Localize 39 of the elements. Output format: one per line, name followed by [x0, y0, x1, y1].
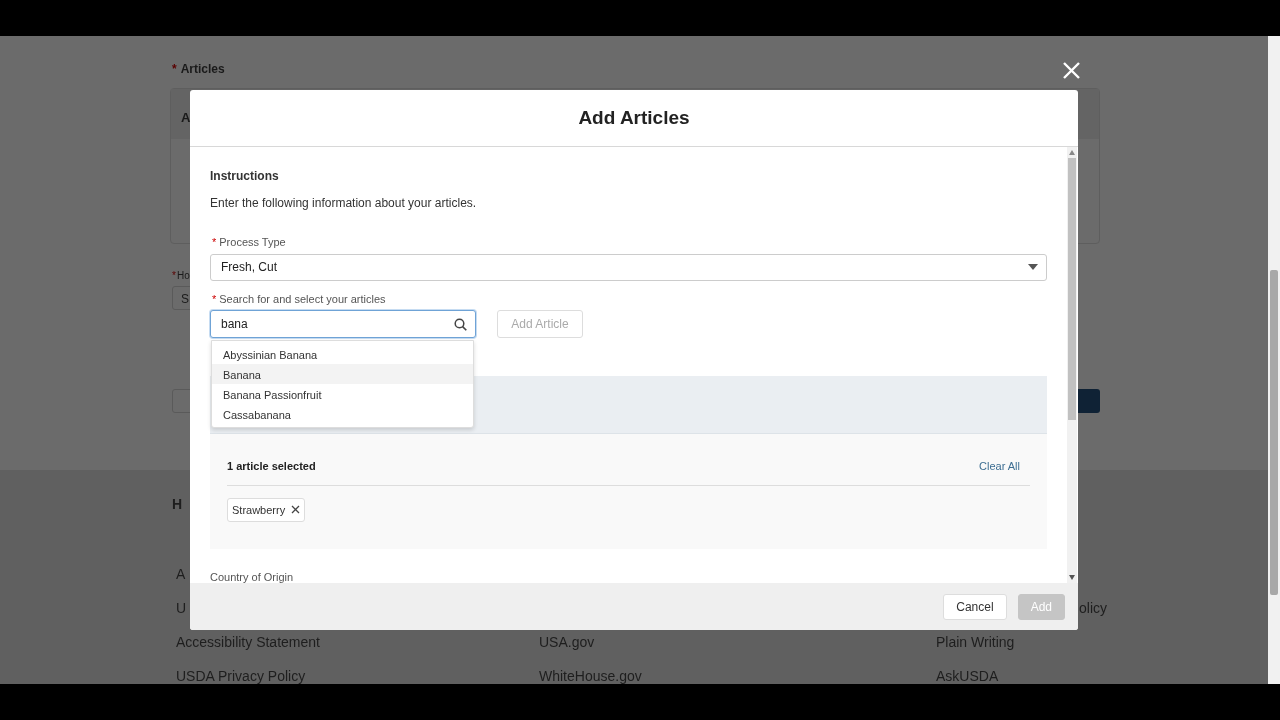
article-chip[interactable]: Strawberry [227, 497, 306, 522]
scroll-down-icon[interactable] [1069, 575, 1075, 580]
section-heading: Instructions [210, 168, 279, 185]
remove-icon[interactable] [291, 505, 301, 515]
search-field[interactable]: bana [210, 310, 476, 338]
footer-link[interactable]: U [176, 600, 187, 616]
suggestion-item[interactable]: Banana [212, 364, 473, 384]
close-icon[interactable] [1062, 61, 1081, 80]
field-label: * Process Type [212, 235, 286, 250]
scrollbar[interactable] [1067, 147, 1077, 583]
selection-count: 1 article selected [227, 459, 316, 474]
footer-link[interactable]: olicy [1079, 600, 1107, 616]
suggestion-item[interactable]: Banana Passionfruit [212, 384, 473, 404]
field-label: * Articles [172, 61, 225, 78]
search-icon[interactable] [454, 318, 467, 331]
footer-link[interactable]: USDA Privacy Policy [176, 668, 306, 684]
footer-link[interactable]: AskUSDA [936, 668, 999, 684]
suggestion-item[interactable]: Cassabanana [212, 404, 473, 424]
caret-icon [1028, 264, 1038, 270]
card-heading: A [181, 110, 191, 125]
field-label: *Ho [172, 269, 190, 283]
scrollbar-thumb[interactable] [1270, 270, 1278, 595]
instructions-text: Enter the following information about your articles. [210, 195, 477, 212]
scrollbar[interactable] [1268, 36, 1280, 684]
footer-heading: H [172, 495, 183, 514]
footer-link[interactable]: A [176, 566, 186, 582]
cancel-button[interactable]: Cancel [943, 593, 1007, 620]
field-label: * Search for and select your articles [212, 291, 386, 307]
scrollbar-thumb[interactable] [1068, 158, 1076, 420]
footer-link[interactable]: USA.gov [539, 634, 595, 650]
scroll-up-icon[interactable] [1069, 150, 1075, 155]
footer-link[interactable]: Accessibility Statement [176, 634, 320, 650]
clear-all-link[interactable]: Clear All [979, 458, 1020, 475]
footer-link[interactable]: WhiteHouse.gov [539, 668, 642, 684]
field-label: Country of Origin [210, 570, 294, 583]
suggestion-item[interactable]: Abyssinian Banana [212, 344, 473, 364]
process-type-dropdown[interactable]: Fresh, Cut [210, 253, 1047, 281]
footer-link[interactable]: Plain Writing [936, 634, 1015, 650]
modal-title: Add Articles [578, 106, 690, 130]
